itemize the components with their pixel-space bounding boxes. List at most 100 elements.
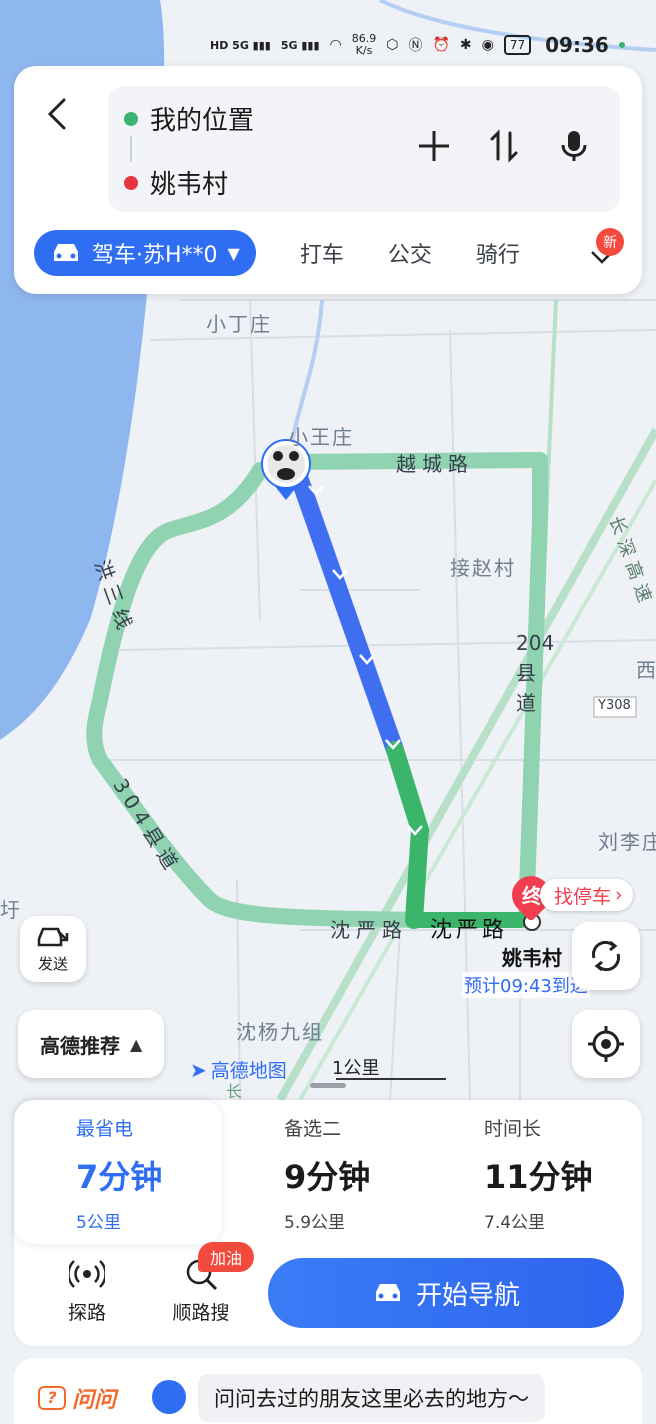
nfc-icon: Ⓝ (408, 38, 423, 54)
place-label-xi: 西 (636, 658, 656, 682)
ask-chat-icon: ? (38, 1386, 66, 1410)
eta-label: 预计09:43到达 (462, 972, 590, 998)
clock: 09:36 (545, 33, 609, 57)
add-waypoint-button[interactable] (414, 126, 454, 166)
search-along-route-label: 顺路搜 (172, 1302, 230, 1324)
plus-icon (419, 131, 449, 161)
explore-road-label: 探路 (67, 1302, 106, 1324)
road-label-y308: Y308 (598, 698, 631, 713)
broadcast-icon (69, 1260, 105, 1288)
route-option-2[interactable]: 备选二 9分钟 5.9公里 (222, 1100, 430, 1244)
origin-field[interactable]: 我的位置 (124, 100, 254, 137)
map-scale-bar (336, 1078, 446, 1080)
bluetooth-icon: ✱ (459, 37, 472, 53)
destination-field[interactable]: 姚韦村 (124, 164, 228, 201)
location-icon: ◉ (481, 37, 494, 53)
locate-me-button[interactable] (572, 1010, 640, 1078)
crosshair-icon (588, 1026, 624, 1062)
amap-logo-text: 高德地图 (210, 1060, 287, 1082)
road-label-yuecheng: 越城路 (396, 452, 474, 476)
ask-prompt[interactable]: 问问去过的朋友这里必去的地方～ (198, 1374, 545, 1422)
wifi-icon: ◠ (329, 37, 342, 53)
destination-dot-icon (124, 175, 138, 190)
microphone-icon (561, 131, 587, 161)
car-icon (375, 1284, 400, 1301)
place-label-xiaowangzhuang: 小王庄 (288, 425, 354, 449)
route-option-3[interactable]: 时间长 11分钟 7.4公里 (422, 1100, 630, 1244)
route-option-distance: 5.9公里 (284, 1213, 346, 1233)
hd-signal2-icon: 5G ▮▮▮ (280, 38, 320, 52)
caret-down-icon: ▼ (227, 243, 240, 263)
road-label-shenyan-left: 沈严路 (330, 918, 408, 942)
route-option-distance: 5公里 (76, 1213, 121, 1233)
ask-avatar (152, 1380, 186, 1414)
route-option-tag: 最省电 (76, 1118, 134, 1140)
send-car-icon (37, 927, 69, 946)
origin-text: 我的位置 (150, 106, 255, 136)
new-badge: 新 (596, 228, 624, 256)
voice-button[interactable] (554, 126, 594, 166)
find-parking-label: 找停车 (554, 885, 612, 908)
refresh-route-button[interactable] (572, 922, 640, 990)
origin-dot-icon (124, 111, 138, 126)
map-scale-label: 1公里 (332, 1058, 380, 1079)
status-dot (618, 42, 625, 48)
route-connector (130, 136, 132, 162)
route-inputs: 我的位置 姚韦村 (108, 86, 620, 212)
place-label-hu: 圩 (0, 898, 22, 922)
place-label-shenyang9: 沈杨九组 (236, 1020, 324, 1044)
start-navigation-label: 开始导航 (415, 1280, 520, 1311)
vibrate-icon: ⬡ (386, 37, 399, 53)
car-icon (54, 244, 78, 261)
net-speed: 86.9 K/s (351, 32, 377, 57)
travel-mode-tabs: 驾车·苏H**0 ▼ 打车 公交 骑行 新 (34, 228, 632, 276)
start-navigation-button[interactable]: 开始导航 (268, 1258, 624, 1328)
place-label-liulizhuang: 刘李庄 (598, 830, 656, 854)
route-option-1[interactable]: 最省电 7分钟 5公里 (14, 1100, 222, 1244)
refresh-icon (591, 940, 621, 972)
status-bar: HD 5G ▮▮▮ 5G ▮▮▮ ◠ 86.9 K/s ⬡ Ⓝ ⏰ ✱ ◉ 77… (210, 30, 636, 60)
swap-button[interactable] (484, 126, 524, 166)
road-label-county204: 204县道 (516, 631, 555, 715)
route-option-duration: 11分钟 (484, 1158, 593, 1196)
tab-bike[interactable]: 骑行 (476, 237, 520, 269)
find-parking-button[interactable]: 找停车 › (540, 879, 633, 911)
ask-logo[interactable]: ? 问问 (38, 1382, 116, 1414)
caret-up-icon: ▲ (130, 1034, 143, 1054)
alarm-icon: ⏰ (432, 37, 450, 53)
send-to-car-button[interactable]: 发送 (20, 916, 86, 982)
tab-bus[interactable]: 公交 (388, 237, 432, 269)
more-modes-button[interactable]: 新 (582, 228, 624, 276)
back-button[interactable] (38, 94, 78, 134)
hd-signal-icon: HD 5G ▮▮▮ (210, 38, 271, 52)
route-search-card: 我的位置 姚韦村 驾车·苏H**0 ▼ 打车 公交 骑行 新 (14, 66, 642, 294)
route-preference-button[interactable]: 高德推荐 ▲ (18, 1010, 165, 1078)
destination-name: 姚韦村 (502, 946, 562, 970)
route-option-duration: 7分钟 (76, 1158, 163, 1196)
amap-logo: ➤ 高德地图 (190, 1056, 287, 1083)
route-option-distance: 7.4公里 (484, 1213, 546, 1233)
ask-logo-text: 问问 (72, 1388, 117, 1413)
place-label-jiezhaocun: 接赵村 (450, 556, 516, 580)
tab-taxi[interactable]: 打车 (300, 237, 344, 269)
swap-icon (490, 129, 518, 163)
sheet-drag-handle[interactable] (310, 1083, 346, 1088)
destination-text: 姚韦村 (150, 170, 229, 200)
explore-road-button[interactable]: 探路 (42, 1256, 132, 1325)
tab-drive[interactable]: 驾车·苏H**0 ▼ (34, 230, 256, 276)
tab-drive-label: 驾车·苏H**0 (92, 243, 218, 268)
chevron-right-icon: › (615, 884, 623, 906)
place-label-xiaodingzhuang: 小丁庄 (206, 312, 272, 336)
route-option-tag: 备选二 (284, 1118, 342, 1140)
route-preference-label: 高德推荐 (40, 1033, 120, 1058)
route-option-duration: 9分钟 (284, 1158, 371, 1196)
back-arrow-icon (47, 98, 66, 130)
send-label: 发送 (37, 954, 68, 973)
amap-logo-icon: ➤ (190, 1057, 207, 1082)
route-actions (414, 126, 594, 166)
road-label-shenyan-right: 沈严路 (430, 918, 509, 943)
ask-bar: ? 问问 问问去过的朋友这里必去的地方～ (14, 1358, 642, 1424)
route-options-sheet: 最省电 7分钟 5公里 备选二 9分钟 5.9公里 时间长 11分钟 7.4公里… (14, 1100, 642, 1346)
route-option-tag: 时间长 (484, 1118, 542, 1140)
battery-indicator: 77 (503, 35, 532, 55)
